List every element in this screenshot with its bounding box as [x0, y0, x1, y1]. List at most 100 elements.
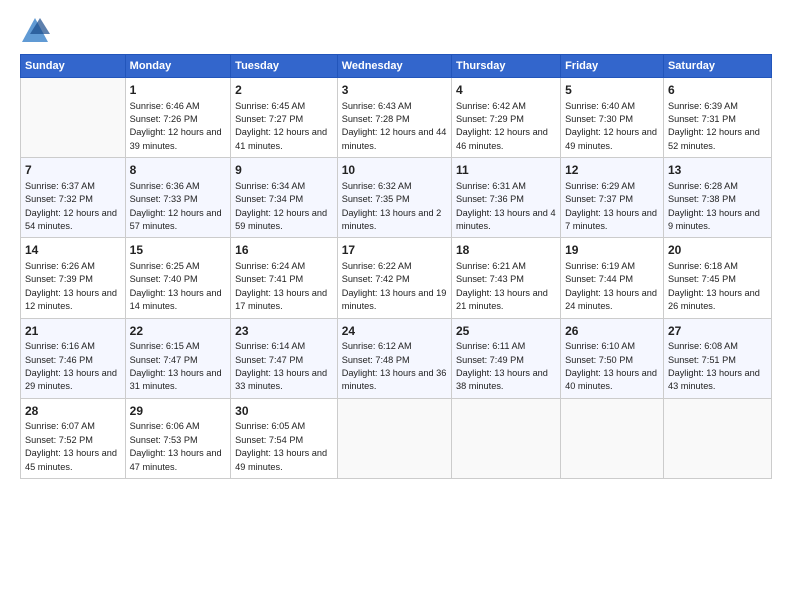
sunset-text: Sunset: 7:33 PM — [130, 194, 198, 204]
sunset-text: Sunset: 7:47 PM — [130, 355, 198, 365]
calendar-cell: 4Sunrise: 6:42 AMSunset: 7:29 PMDaylight… — [451, 78, 560, 158]
sunrise-text: Sunrise: 6:24 AM — [235, 261, 305, 271]
sunrise-text: Sunrise: 6:28 AM — [668, 181, 738, 191]
day-number: 28 — [25, 403, 121, 420]
day-info: Sunrise: 6:07 AMSunset: 7:52 PMDaylight:… — [25, 420, 121, 473]
sunrise-text: Sunrise: 6:26 AM — [25, 261, 95, 271]
calendar-cell: 24Sunrise: 6:12 AMSunset: 7:48 PMDayligh… — [337, 318, 451, 398]
calendar-cell: 14Sunrise: 6:26 AMSunset: 7:39 PMDayligh… — [21, 238, 126, 318]
sunrise-text: Sunrise: 6:45 AM — [235, 101, 305, 111]
daylight-text: Daylight: 13 hours and 43 minutes. — [668, 368, 760, 391]
sunset-text: Sunset: 7:44 PM — [565, 274, 633, 284]
sunset-text: Sunset: 7:38 PM — [668, 194, 736, 204]
day-info: Sunrise: 6:36 AMSunset: 7:33 PMDaylight:… — [130, 180, 227, 233]
calendar-cell: 7Sunrise: 6:37 AMSunset: 7:32 PMDaylight… — [21, 158, 126, 238]
day-info: Sunrise: 6:16 AMSunset: 7:46 PMDaylight:… — [25, 340, 121, 393]
day-info: Sunrise: 6:46 AMSunset: 7:26 PMDaylight:… — [130, 100, 227, 153]
day-info: Sunrise: 6:05 AMSunset: 7:54 PMDaylight:… — [235, 420, 333, 473]
sunrise-text: Sunrise: 6:10 AM — [565, 341, 635, 351]
day-header-tuesday: Tuesday — [231, 55, 338, 78]
sunset-text: Sunset: 7:50 PM — [565, 355, 633, 365]
sunrise-text: Sunrise: 6:40 AM — [565, 101, 635, 111]
daylight-text: Daylight: 12 hours and 52 minutes. — [668, 127, 760, 150]
calendar-cell: 22Sunrise: 6:15 AMSunset: 7:47 PMDayligh… — [125, 318, 231, 398]
daylight-text: Daylight: 13 hours and 45 minutes. — [25, 448, 117, 471]
sunrise-text: Sunrise: 6:05 AM — [235, 421, 305, 431]
sunset-text: Sunset: 7:43 PM — [456, 274, 524, 284]
day-info: Sunrise: 6:29 AMSunset: 7:37 PMDaylight:… — [565, 180, 659, 233]
sunset-text: Sunset: 7:48 PM — [342, 355, 410, 365]
day-info: Sunrise: 6:11 AM Sunset: 7:49 PM Daylight:… — [456, 340, 556, 393]
sunrise-text: Sunrise: 6:06 AM — [130, 421, 200, 431]
day-info: Sunrise: 6:37 AM Sunset: 7:32 PM Daylight:… — [25, 180, 121, 233]
daylight-text: Daylight: 12 hours and 54 minutes. — [25, 208, 117, 231]
daylight-text: Daylight: 13 hours and 9 minutes. — [668, 208, 760, 231]
day-number: 22 — [130, 323, 227, 340]
calendar-cell — [663, 398, 771, 478]
daylight-text: Daylight: 13 hours and 33 minutes. — [235, 368, 327, 391]
calendar-cell: 27Sunrise: 6:08 AMSunset: 7:51 PMDayligh… — [663, 318, 771, 398]
daylight-text: Daylight: 13 hours and 24 minutes. — [565, 288, 657, 311]
daylight-text: Daylight: 13 hours and 40 minutes. — [565, 368, 657, 391]
calendar-cell: 5Sunrise: 6:40 AMSunset: 7:30 PMDaylight… — [561, 78, 664, 158]
calendar-cell: 19Sunrise: 6:19 AMSunset: 7:44 PMDayligh… — [561, 238, 664, 318]
day-info: Sunrise: 6:06 AMSunset: 7:53 PMDaylight:… — [130, 420, 227, 473]
day-number: 5 — [565, 82, 659, 99]
day-header-wednesday: Wednesday — [337, 55, 451, 78]
day-number: 19 — [565, 242, 659, 259]
day-number: 11 — [456, 162, 556, 179]
sunset-text: Sunset: 7:32 PM — [25, 194, 93, 204]
calendar-cell: 25Sunrise: 6:11 AM Sunset: 7:49 PM Dayligh… — [451, 318, 560, 398]
day-info: Sunrise: 6:24 AM Sunset: 7:41 PM Daylight:… — [235, 260, 333, 313]
daylight-text: Daylight: 13 hours and 14 minutes. — [130, 288, 222, 311]
daylight-text: Daylight: 13 hours and 31 minutes. — [130, 368, 222, 391]
sunset-text: Sunset: 7:29 PM — [456, 114, 524, 124]
day-header-thursday: Thursday — [451, 55, 560, 78]
calendar-cell: 28Sunrise: 6:07 AMSunset: 7:52 PMDayligh… — [21, 398, 126, 478]
calendar-cell: 1Sunrise: 6:46 AMSunset: 7:26 PMDaylight… — [125, 78, 231, 158]
calendar-cell: 17Sunrise: 6:22 AMSunset: 7:42 PMDayligh… — [337, 238, 451, 318]
calendar-cell: 18Sunrise: 6:21 AMSunset: 7:43 PMDayligh… — [451, 238, 560, 318]
sunset-text: Sunset: 7:41 PM — [235, 274, 303, 284]
day-number: 2 — [235, 82, 333, 99]
day-info: Sunrise: 6:14 AMSunset: 7:47 PMDaylight:… — [235, 340, 333, 393]
daylight-text: Daylight: 13 hours and 26 minutes. — [668, 288, 760, 311]
calendar-cell: 29Sunrise: 6:06 AMSunset: 7:53 PMDayligh… — [125, 398, 231, 478]
daylight-text: Daylight: 13 hours and 38 minutes. — [456, 368, 548, 391]
calendar-cell — [451, 398, 560, 478]
sunset-text: Sunset: 7:45 PM — [668, 274, 736, 284]
sunrise-text: Sunrise: 6:11 AM — [456, 341, 525, 351]
sunset-text: Sunset: 7:49 PM — [456, 355, 524, 365]
day-number: 20 — [668, 242, 767, 259]
sunrise-text: Sunrise: 6:37 AM — [25, 181, 95, 191]
day-info: Sunrise: 6:42 AMSunset: 7:29 PMDaylight:… — [456, 100, 556, 153]
daylight-text: Daylight: 13 hours and 17 minutes. — [235, 288, 327, 311]
day-number: 21 — [25, 323, 121, 340]
logo — [20, 16, 52, 44]
calendar-cell: 16Sunrise: 6:24 AMSunset: 7:41 PMDayligh… — [231, 238, 338, 318]
day-info: Sunrise: 6:39 AMSunset: 7:31 PMDaylight:… — [668, 100, 767, 153]
day-number: 12 — [565, 162, 659, 179]
daylight-text: Daylight: 12 hours and 44 minutes. — [342, 127, 447, 150]
sunset-text: Sunset: 7:54 PM — [235, 435, 303, 445]
sunrise-text: Sunrise: 6:31 AM — [456, 181, 526, 191]
day-number: 25 — [456, 323, 556, 340]
calendar-cell: 3Sunrise: 6:43 AMSunset: 7:28 PMDaylight… — [337, 78, 451, 158]
day-number: 3 — [342, 82, 447, 99]
calendar-cell: 30Sunrise: 6:05 AMSunset: 7:54 PMDayligh… — [231, 398, 338, 478]
day-number: 26 — [565, 323, 659, 340]
calendar-cell: 2Sunrise: 6:45 AMSunset: 7:27 PMDaylight… — [231, 78, 338, 158]
sunset-text: Sunset: 7:46 PM — [25, 355, 93, 365]
sunrise-text: Sunrise: 6:42 AM — [456, 101, 526, 111]
sunrise-text: Sunrise: 6:46 AM — [130, 101, 200, 111]
sunset-text: Sunset: 7:37 PM — [565, 194, 633, 204]
calendar-cell: 12Sunrise: 6:29 AMSunset: 7:37 PMDayligh… — [561, 158, 664, 238]
sunset-text: Sunset: 7:53 PM — [130, 435, 198, 445]
day-info: Sunrise: 6:34 AMSunset: 7:34 PMDaylight:… — [235, 180, 333, 233]
day-number: 8 — [130, 162, 227, 179]
calendar-cell: 10Sunrise: 6:32 AMSunset: 7:35 PMDayligh… — [337, 158, 451, 238]
day-info: Sunrise: 6:31 AMSunset: 7:36 PMDaylight:… — [456, 180, 556, 233]
day-number: 14 — [25, 242, 121, 259]
calendar-cell — [561, 398, 664, 478]
day-info: Sunrise: 6:45 AMSunset: 7:27 PMDaylight:… — [235, 100, 333, 153]
